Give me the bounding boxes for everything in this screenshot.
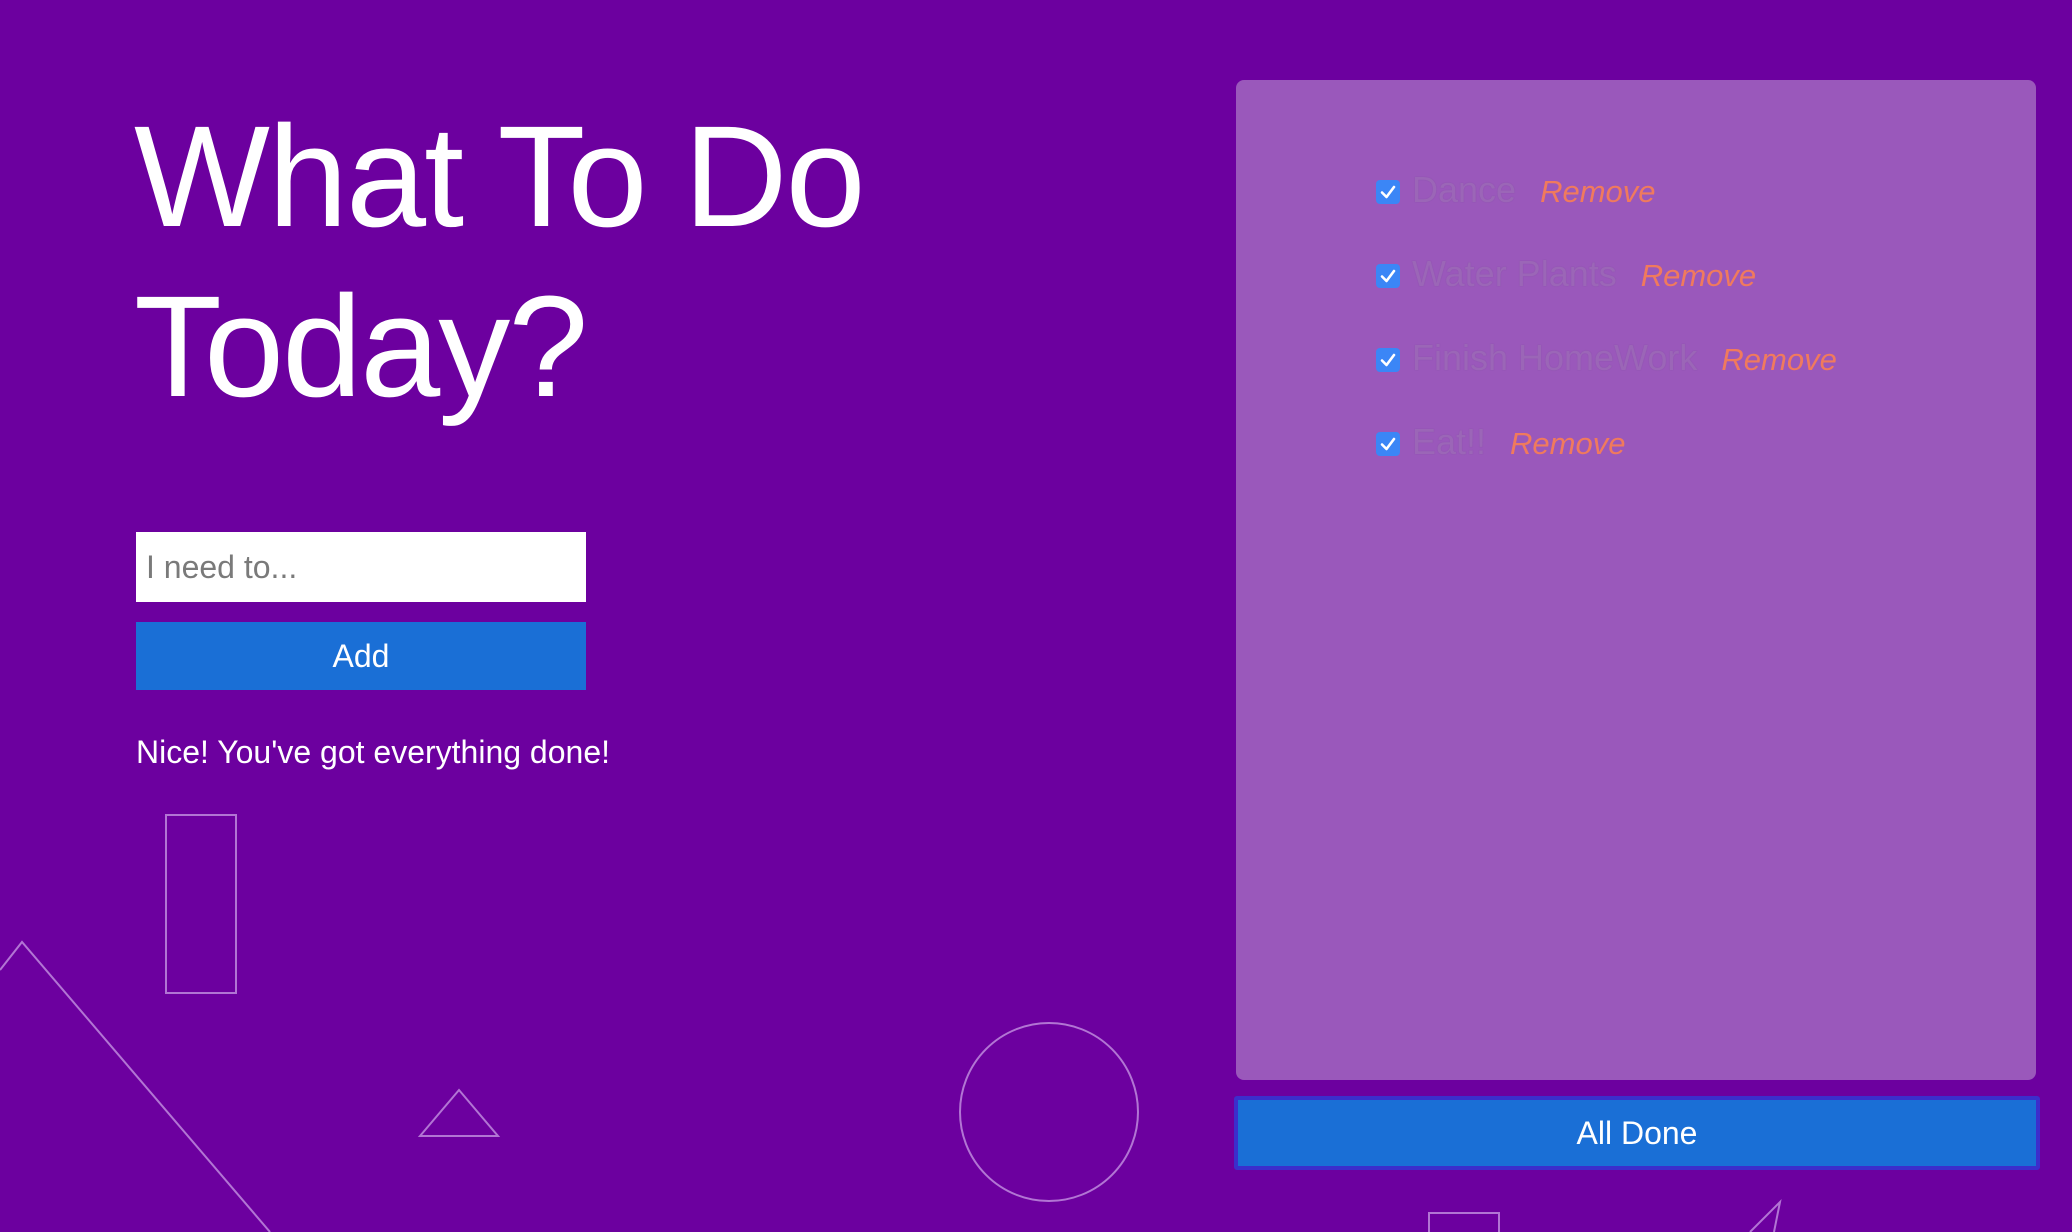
checkmark-icon bbox=[1380, 437, 1396, 451]
page-title-line-1: What To Do bbox=[134, 96, 866, 257]
status-message: Nice! You've got everything done! bbox=[136, 734, 610, 770]
page-title-line-2: Today? bbox=[134, 266, 588, 427]
todo-checkbox[interactable] bbox=[1376, 180, 1400, 204]
all-done-button[interactable]: All Done bbox=[1234, 1096, 2040, 1170]
todo-text: Eat!! bbox=[1412, 421, 1487, 462]
todo-checkbox[interactable] bbox=[1376, 432, 1400, 456]
decor-small-triangle bbox=[417, 1088, 501, 1137]
decor-rectangle bbox=[165, 814, 237, 994]
decor-bottom-rectangle bbox=[1428, 1212, 1500, 1232]
todo-input[interactable] bbox=[136, 532, 586, 602]
todo-text: Finish HomeWork bbox=[1412, 337, 1698, 378]
remove-link[interactable]: Remove bbox=[1641, 254, 1756, 294]
todo-checkbox[interactable] bbox=[1376, 348, 1400, 372]
todo-item: Dance Remove bbox=[1376, 148, 1837, 232]
todo-text: Water Plants bbox=[1412, 253, 1617, 294]
decor-large-triangle bbox=[0, 940, 271, 1232]
todo-item: Water Plants Remove bbox=[1376, 232, 1837, 316]
decor-circle bbox=[959, 1022, 1139, 1202]
remove-link[interactable]: Remove bbox=[1721, 338, 1836, 378]
checkmark-icon bbox=[1380, 353, 1396, 367]
add-button[interactable]: Add bbox=[136, 622, 586, 690]
todo-text: Dance bbox=[1412, 169, 1517, 210]
remove-link[interactable]: Remove bbox=[1510, 422, 1625, 462]
decor-bottom-triangle bbox=[1749, 1198, 1782, 1232]
todo-item: Eat!! Remove bbox=[1376, 400, 1837, 484]
checkmark-icon bbox=[1380, 269, 1396, 283]
remove-link[interactable]: Remove bbox=[1540, 170, 1655, 210]
todo-list: Dance Remove Water Plants Remove Finish … bbox=[1376, 148, 1837, 484]
todo-checkbox[interactable] bbox=[1376, 264, 1400, 288]
todo-item: Finish HomeWork Remove bbox=[1376, 316, 1837, 400]
checkmark-icon bbox=[1380, 185, 1396, 199]
todo-panel: Dance Remove Water Plants Remove Finish … bbox=[1236, 80, 2036, 1080]
page-title: What To Do Today? bbox=[134, 92, 866, 432]
